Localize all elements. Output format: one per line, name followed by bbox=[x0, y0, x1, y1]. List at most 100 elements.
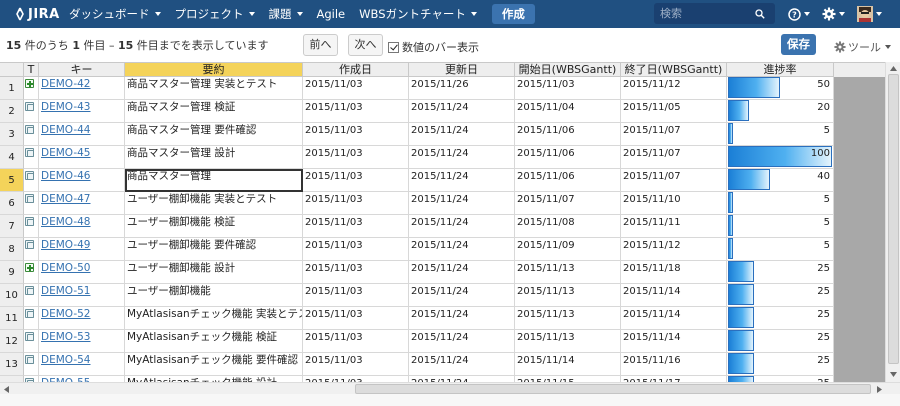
updated-date-cell[interactable]: 2015/11/24 bbox=[409, 353, 515, 376]
expand-plus-icon[interactable] bbox=[25, 79, 34, 88]
grid-corner[interactable] bbox=[0, 63, 24, 77]
row-number[interactable]: 6 bbox=[0, 192, 24, 215]
settings-menu[interactable] bbox=[822, 0, 845, 28]
issue-key-link[interactable]: DEMO-51 bbox=[41, 285, 91, 297]
row-number[interactable]: 12 bbox=[0, 330, 24, 353]
search-box[interactable] bbox=[654, 3, 775, 24]
issue-key-cell[interactable]: DEMO-45 bbox=[39, 146, 125, 169]
column-header-1[interactable]: キー bbox=[39, 63, 125, 77]
created-date-cell[interactable]: 2015/11/03 bbox=[303, 146, 409, 169]
search-input[interactable] bbox=[660, 7, 755, 20]
issue-key-link[interactable]: DEMO-50 bbox=[41, 262, 91, 274]
nav-item-4[interactable]: WBSガントチャート bbox=[352, 0, 484, 28]
vertical-scrollbar[interactable] bbox=[885, 62, 900, 382]
summary-cell[interactable]: ユーザー棚卸機能 bbox=[125, 284, 303, 307]
summary-cell[interactable]: ユーザー棚卸機能 要件確認 bbox=[125, 238, 303, 261]
subtask-icon[interactable] bbox=[25, 355, 34, 364]
progress-cell[interactable]: 100 bbox=[727, 146, 834, 169]
updated-date-cell[interactable]: 2015/11/24 bbox=[409, 146, 515, 169]
issue-key-link[interactable]: DEMO-42 bbox=[41, 78, 91, 90]
summary-cell[interactable]: ユーザー棚卸機能 設計 bbox=[125, 261, 303, 284]
issue-key-cell[interactable]: DEMO-44 bbox=[39, 123, 125, 146]
end-date-cell[interactable]: 2015/11/12 bbox=[621, 238, 727, 261]
progress-cell[interactable]: 25 bbox=[727, 307, 834, 330]
updated-date-cell[interactable]: 2015/11/24 bbox=[409, 330, 515, 353]
table-row[interactable]: 12 DEMO-53 MyAtlasisanチェック機能 検証 2015/11/03 2… bbox=[0, 330, 900, 353]
created-date-cell[interactable]: 2015/11/03 bbox=[303, 215, 409, 238]
summary-cell[interactable]: MyAtlasisanチェック機能 検証 bbox=[125, 330, 303, 353]
created-date-cell[interactable]: 2015/11/03 bbox=[303, 307, 409, 330]
issue-type-cell[interactable] bbox=[24, 100, 39, 123]
updated-date-cell[interactable]: 2015/11/24 bbox=[409, 169, 515, 192]
updated-date-cell[interactable]: 2015/11/24 bbox=[409, 284, 515, 307]
nav-item-2[interactable]: 課題 bbox=[262, 0, 310, 28]
progress-cell[interactable]: 5 bbox=[727, 238, 834, 261]
issue-key-link[interactable]: DEMO-48 bbox=[41, 216, 91, 228]
issue-key-cell[interactable]: DEMO-52 bbox=[39, 307, 125, 330]
create-button[interactable]: 作成 bbox=[491, 4, 535, 24]
column-header-2[interactable]: 要約 bbox=[125, 63, 303, 77]
issue-type-cell[interactable] bbox=[24, 215, 39, 238]
progress-cell[interactable]: 40 bbox=[727, 169, 834, 192]
start-date-cell[interactable]: 2015/11/09 bbox=[515, 238, 621, 261]
summary-cell[interactable]: MyAtlasisanチェック機能 要件確認 bbox=[125, 353, 303, 376]
table-row[interactable]: 10 DEMO-51 ユーザー棚卸機能 2015/11/03 2015/11/24 201… bbox=[0, 284, 900, 307]
start-date-cell[interactable]: 2015/11/06 bbox=[515, 146, 621, 169]
start-date-cell[interactable]: 2015/11/08 bbox=[515, 215, 621, 238]
summary-cell[interactable]: 商品マスター管理 要件確認 bbox=[125, 123, 303, 146]
column-header-5[interactable]: 開始日(WBSGantt) bbox=[515, 63, 621, 77]
nav-item-1[interactable]: プロジェクト bbox=[168, 0, 262, 28]
issue-key-cell[interactable]: DEMO-50 bbox=[39, 261, 125, 284]
prev-button[interactable]: 前へ bbox=[303, 34, 338, 56]
row-number[interactable]: 8 bbox=[0, 238, 24, 261]
issue-key-cell[interactable]: DEMO-46 bbox=[39, 169, 125, 192]
table-row[interactable]: 8 DEMO-49 ユーザー棚卸機能 要件確認 2015/11/03 2015/11/2… bbox=[0, 238, 900, 261]
row-number[interactable]: 9 bbox=[0, 261, 24, 284]
issue-type-cell[interactable] bbox=[24, 307, 39, 330]
bar-display-checkbox[interactable] bbox=[388, 41, 399, 53]
start-date-cell[interactable]: 2015/11/14 bbox=[515, 353, 621, 376]
help-menu[interactable]: ? bbox=[788, 0, 810, 28]
updated-date-cell[interactable]: 2015/11/24 bbox=[409, 238, 515, 261]
issue-type-cell[interactable] bbox=[24, 192, 39, 215]
created-date-cell[interactable]: 2015/11/03 bbox=[303, 261, 409, 284]
issue-type-cell[interactable] bbox=[24, 123, 39, 146]
summary-cell[interactable]: 商品マスター管理 設計 bbox=[125, 146, 303, 169]
issue-key-cell[interactable]: DEMO-53 bbox=[39, 330, 125, 353]
updated-date-cell[interactable]: 2015/11/24 bbox=[409, 215, 515, 238]
progress-cell[interactable]: 25 bbox=[727, 284, 834, 307]
updated-date-cell[interactable]: 2015/11/24 bbox=[409, 307, 515, 330]
progress-cell[interactable]: 50 bbox=[727, 77, 834, 100]
table-row[interactable]: 5 DEMO-46 商品マスター管理 2015/11/03 2015/11/24 2015… bbox=[0, 169, 900, 192]
table-row[interactable]: 6 DEMO-47 ユーザー棚卸機能 実装とテスト 2015/11/03 2015/11… bbox=[0, 192, 900, 215]
created-date-cell[interactable]: 2015/11/03 bbox=[303, 353, 409, 376]
issue-type-cell[interactable] bbox=[24, 261, 39, 284]
row-number[interactable]: 4 bbox=[0, 146, 24, 169]
summary-cell[interactable]: MyAtlasisanチェック機能 実装とテスト bbox=[125, 307, 303, 330]
row-number[interactable]: 10 bbox=[0, 284, 24, 307]
summary-cell[interactable]: ユーザー棚卸機能 検証 bbox=[125, 215, 303, 238]
start-date-cell[interactable]: 2015/11/13 bbox=[515, 307, 621, 330]
issue-type-cell[interactable] bbox=[24, 284, 39, 307]
table-row[interactable]: 2 DEMO-43 商品マスター管理 検証 2015/11/03 2015/11/24 2… bbox=[0, 100, 900, 123]
table-row[interactable]: 9 DEMO-50 ユーザー棚卸機能 設計 2015/11/03 2015/11/24 2… bbox=[0, 261, 900, 284]
updated-date-cell[interactable]: 2015/11/24 bbox=[409, 123, 515, 146]
issue-key-link[interactable]: DEMO-52 bbox=[41, 308, 91, 320]
progress-cell[interactable]: 5 bbox=[727, 123, 834, 146]
issue-key-link[interactable]: DEMO-46 bbox=[41, 170, 91, 182]
next-button[interactable]: 次へ bbox=[348, 34, 383, 56]
issue-key-cell[interactable]: DEMO-49 bbox=[39, 238, 125, 261]
row-number[interactable]: 7 bbox=[0, 215, 24, 238]
created-date-cell[interactable]: 2015/11/03 bbox=[303, 238, 409, 261]
issue-type-cell[interactable] bbox=[24, 238, 39, 261]
created-date-cell[interactable]: 2015/11/03 bbox=[303, 192, 409, 215]
scroll-up-arrow[interactable] bbox=[886, 62, 900, 74]
start-date-cell[interactable]: 2015/11/04 bbox=[515, 100, 621, 123]
start-date-cell[interactable]: 2015/11/07 bbox=[515, 192, 621, 215]
subtask-icon[interactable] bbox=[25, 217, 34, 226]
end-date-cell[interactable]: 2015/11/14 bbox=[621, 307, 727, 330]
issue-type-cell[interactable] bbox=[24, 146, 39, 169]
end-date-cell[interactable]: 2015/11/12 bbox=[621, 77, 727, 100]
end-date-cell[interactable]: 2015/11/07 bbox=[621, 146, 727, 169]
row-number[interactable]: 5 bbox=[0, 169, 24, 192]
